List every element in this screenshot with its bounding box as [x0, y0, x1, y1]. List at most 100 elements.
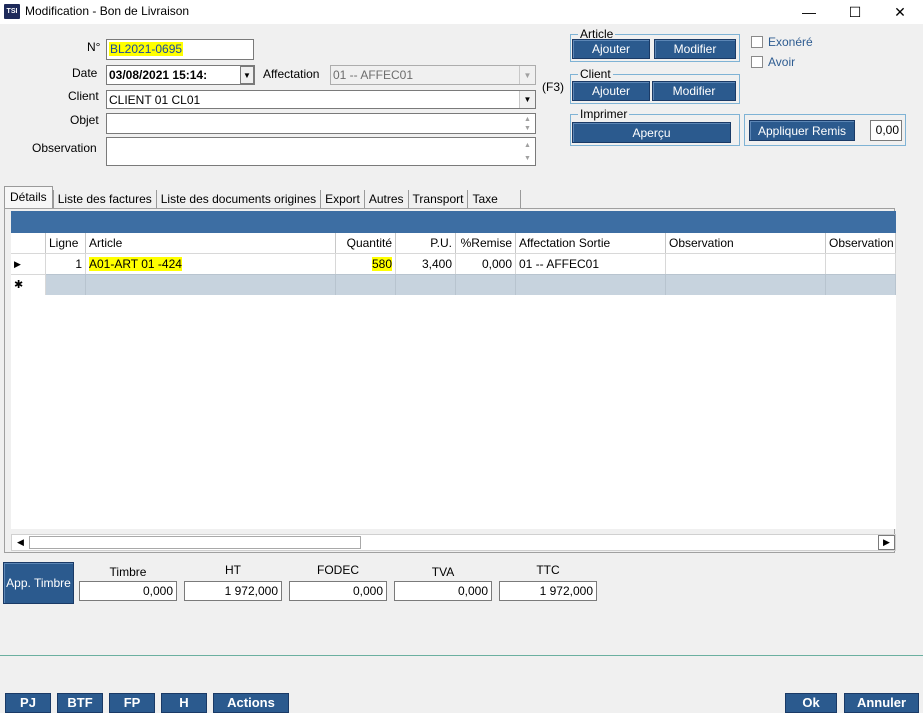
client-group-title: Client: [578, 67, 613, 81]
new-row-cell[interactable]: [826, 274, 896, 295]
tab-liste-documents-origines[interactable]: Liste des documents origines: [155, 190, 320, 208]
tab-export[interactable]: Export: [320, 190, 364, 208]
apercu-button[interactable]: Aperçu: [572, 122, 731, 143]
grid-corner: [11, 233, 46, 253]
app-icon: TSI: [4, 4, 20, 19]
remise-group: Appliquer Remis 0,00: [744, 114, 906, 146]
table-cell-remise[interactable]: 0,000: [456, 253, 516, 274]
timbre-field: 0,000: [79, 581, 177, 601]
tab-transport[interactable]: Transport: [407, 190, 468, 208]
client-value: CLIENT 01 CL01: [109, 93, 201, 107]
observation-scroll-down-icon: ▼: [524, 155, 531, 162]
window-title: Modification - Bon de Livraison: [25, 4, 190, 18]
date-value: 03/08/2021 15:14:: [109, 68, 208, 82]
new-row-cell[interactable]: [396, 274, 456, 295]
exonere-checkbox[interactable]: [751, 36, 763, 48]
new-row-cell[interactable]: [336, 274, 396, 295]
new-row-cell[interactable]: [516, 274, 666, 295]
scroll-left-icon[interactable]: ◀: [12, 535, 29, 550]
fodec-field: 0,000: [289, 581, 387, 601]
tab-taxe[interactable]: Taxe: [467, 190, 521, 208]
affectation-dropdown-icon: ▼: [519, 66, 535, 84]
grid-group-strip: [11, 211, 896, 233]
tab-details[interactable]: Détails: [4, 186, 53, 208]
lines-grid[interactable]: Ligne Article Quantité P.U. %Remise Affe…: [11, 233, 896, 529]
appliquer-remise-button[interactable]: Appliquer Remis: [749, 120, 855, 141]
client-select[interactable]: CLIENT 01 CL01 ▼: [106, 90, 536, 109]
date-dropdown-icon[interactable]: ▼: [240, 66, 254, 84]
col-header-pu[interactable]: P.U.: [396, 233, 456, 253]
col-header-quantite[interactable]: Quantité: [336, 233, 396, 253]
pj-button[interactable]: PJ: [5, 693, 51, 713]
tab-bar: Détails Liste des factures Liste des doc…: [4, 186, 521, 208]
objet-label: Objet: [70, 113, 99, 127]
avoir-checkbox[interactable]: [751, 56, 763, 68]
col-header-observation-2[interactable]: Observation: [826, 233, 896, 253]
annuler-button[interactable]: Annuler: [844, 693, 919, 713]
avoir-label: Avoir: [768, 55, 796, 69]
remise-input[interactable]: 0,00: [870, 120, 902, 141]
table-cell-article[interactable]: A01-ART 01 -424: [86, 253, 336, 274]
ht-label: HT: [225, 563, 241, 577]
f3-hint: (F3): [542, 80, 564, 94]
col-header-ligne[interactable]: Ligne: [46, 233, 86, 253]
table-cell-observation[interactable]: [666, 253, 826, 274]
ht-field: 1 972,000: [184, 581, 282, 601]
exonere-label: Exonéré: [768, 35, 813, 49]
tab-autres[interactable]: Autres: [363, 190, 408, 208]
table-cell-quantite[interactable]: 580: [336, 253, 396, 274]
row-selector-icon[interactable]: ▶: [11, 253, 46, 274]
separator-line: [0, 655, 923, 656]
client-group: Client Ajouter Modifier: [570, 67, 740, 104]
ttc-label: TTC: [536, 563, 560, 577]
no-field[interactable]: BL2021-0695: [106, 39, 254, 60]
close-button[interactable]: ✕: [877, 0, 923, 24]
observation-field[interactable]: ▲ ▼: [106, 137, 536, 166]
details-panel: Ligne Article Quantité P.U. %Remise Affe…: [4, 208, 896, 553]
no-label: N°: [87, 40, 101, 54]
article-group: Article Ajouter Modifier: [570, 27, 740, 62]
objet-scroll-down-icon: ▼: [524, 125, 531, 132]
tva-label: TVA: [431, 565, 455, 579]
client-label: Client: [68, 89, 99, 103]
fp-button[interactable]: FP: [109, 693, 155, 713]
ok-button[interactable]: Ok: [785, 693, 837, 713]
quantite-value: 580: [371, 257, 392, 271]
actions-button[interactable]: Actions: [213, 693, 289, 713]
client-dropdown-icon[interactable]: ▼: [519, 91, 535, 108]
table-cell-observation-2[interactable]: [826, 253, 896, 274]
col-header-affectation-sortie[interactable]: Affectation Sortie: [516, 233, 666, 253]
client-modifier-button[interactable]: Modifier: [652, 81, 736, 101]
h-button[interactable]: H: [161, 693, 207, 713]
col-header-remise[interactable]: %Remise: [456, 233, 516, 253]
table-cell-ligne[interactable]: 1: [46, 253, 86, 274]
maximize-button[interactable]: ☐: [832, 0, 878, 24]
btf-button[interactable]: BTF: [57, 693, 103, 713]
scroll-right-icon[interactable]: ▶: [878, 535, 895, 550]
scroll-thumb[interactable]: [29, 536, 361, 549]
fodec-label: FODEC: [317, 563, 359, 577]
date-label: Date: [72, 66, 98, 80]
tab-liste-factures[interactable]: Liste des factures: [52, 190, 156, 208]
date-picker[interactable]: 03/08/2021 15:14: ▼: [106, 65, 255, 85]
horizontal-scrollbar[interactable]: ◀ ▶: [11, 534, 896, 551]
affectation-label: Affectation: [263, 67, 320, 81]
ttc-field: 1 972,000: [499, 581, 597, 601]
col-header-article[interactable]: Article: [86, 233, 336, 253]
new-row-cell[interactable]: [46, 274, 86, 295]
article-modifier-button[interactable]: Modifier: [654, 39, 736, 59]
new-row-cell[interactable]: [456, 274, 516, 295]
table-cell-pu[interactable]: 3,400: [396, 253, 456, 274]
minimize-button[interactable]: —: [786, 0, 832, 24]
new-row-icon[interactable]: ✱: [11, 274, 46, 295]
imprimer-group: Imprimer Aperçu: [570, 107, 740, 146]
col-header-observation[interactable]: Observation: [666, 233, 826, 253]
article-ajouter-button[interactable]: Ajouter: [572, 39, 650, 59]
client-ajouter-button[interactable]: Ajouter: [572, 81, 650, 101]
app-timbre-button[interactable]: App. Timbre: [3, 562, 74, 604]
objet-field[interactable]: ▲ ▼: [106, 113, 536, 134]
observation-label: Observation: [32, 141, 97, 155]
new-row-cell[interactable]: [666, 274, 826, 295]
new-row-cell[interactable]: [86, 274, 336, 295]
table-cell-affectation[interactable]: 01 -- AFFEC01: [516, 253, 666, 274]
